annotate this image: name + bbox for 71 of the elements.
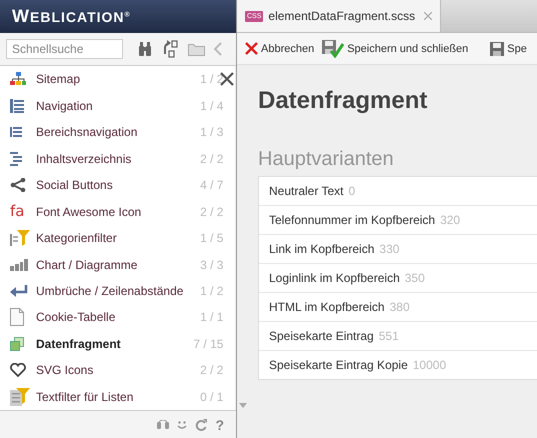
smiley-icon[interactable] [177,420,188,430]
item-count: 1 / 5 [199,231,224,246]
sidebar-item[interactable]: Sitemap 1 / 2 [0,66,228,92]
sidebar-item[interactable]: Umbrüche / Zeilenabstände 1 / 2 [0,278,228,304]
item-count: 2 / 2 [199,204,224,219]
variant-number: 380 [390,300,410,314]
sidebar-item[interactable]: Social Buttons 4 / 7 [0,172,228,198]
item-count: 1 / 2 [199,72,224,86]
toolbar-button[interactable]: Abbrechen [245,42,314,55]
sidebar-item[interactable]: Navigation 1 / 4 [0,92,228,119]
filter-icon [10,230,30,246]
toolbar-button[interactable]: Speichern und schließen [322,40,468,58]
sidebar-item[interactable]: Inhaltsverzeichnis 2 / 2 [0,145,228,172]
binoculars-icon[interactable] [138,42,152,56]
variant-name[interactable]: Telefonnummer im Kopfbereich [269,213,436,227]
search-field[interactable]: Schnellsuche [6,39,123,59]
item-count: 1 / 2 [199,284,224,298]
list-icon [10,126,22,138]
sidebar-item[interactable]: Bereichsnavigation 1 / 3 [0,118,228,146]
sidebar-item[interactable]: Kategorienfilter 1 / 5 [0,224,228,252]
filter-icon [10,388,30,406]
item-count: 3 / 3 [199,258,224,272]
font-icon: fa [10,204,24,220]
variant-name[interactable]: HTML im Kopfbereich [269,300,385,314]
variant-name[interactable]: Neutraler Text [269,184,344,198]
item-count: 0 / 1 [199,390,224,404]
item-count: 2 / 2 [199,363,224,378]
sitemap-icon [10,72,26,86]
sort-icon[interactable] [161,40,179,58]
headset-icon[interactable] [157,420,170,430]
sidebar-item[interactable]: Datenfragment 7 / 15 [0,330,228,358]
item-count: 2 / 2 [199,152,224,166]
page-title: Datenfragment [258,86,428,116]
variant-name[interactable]: Speisekarte Eintrag Kopie [269,358,408,372]
variant-number: 320 [440,213,460,227]
heart-icon [10,363,26,378]
save-icon [490,42,504,56]
copies-icon [10,336,24,351]
sidebar-item[interactable]: SVG Icons 2 / 2 [0,357,228,384]
variant-name[interactable]: Loginlink im Kopfbereich [269,271,400,285]
variant-name[interactable]: Speisekarte Eintrag [269,329,374,343]
item-count: 7 / 15 [192,336,224,351]
sidebar-item[interactable]: Cookie-Tabelle 1 / 1 [0,304,228,331]
folder-icon[interactable] [188,42,205,56]
variant-number: 0 [348,184,356,198]
share-icon [10,178,26,192]
variant-number: 10000 [412,358,446,372]
list-icon [10,98,24,113]
toolbar-button[interactable]: Spe [490,42,527,56]
refresh-icon[interactable] [195,418,208,430]
scroll-down-icon[interactable] [239,403,248,408]
variant-number: 551 [378,329,399,343]
variant-number: 350 [404,271,425,285]
variant-number: 330 [379,242,400,256]
item-count: 4 / 7 [199,178,224,192]
bar-chart-icon [10,258,28,271]
save-check-icon [322,40,344,58]
variant-name[interactable]: Link im Kopfbereich [269,242,374,256]
item-count: 1 / 3 [199,125,224,140]
sidebar-item[interactable]: Textfilter für Listen 0 / 1 [0,384,228,410]
close-icon [245,42,258,55]
return-arrow-icon [10,284,28,297]
section-heading: Hauptvarianten [258,147,395,171]
item-count: 1 / 1 [199,310,224,324]
sidebar-item[interactable]: fa Font Awesome Icon 2 / 2 [0,198,228,225]
brand-logo: WEBLICATION$^{®}$ [12,6,131,27]
indented-lines-icon [10,152,22,166]
collapse-icon[interactable] [214,42,222,56]
item-count: 1 / 4 [199,98,224,113]
document-icon [10,308,24,326]
sidebar-item[interactable]: Chart / Diagramme 3 / 3 [0,251,228,278]
